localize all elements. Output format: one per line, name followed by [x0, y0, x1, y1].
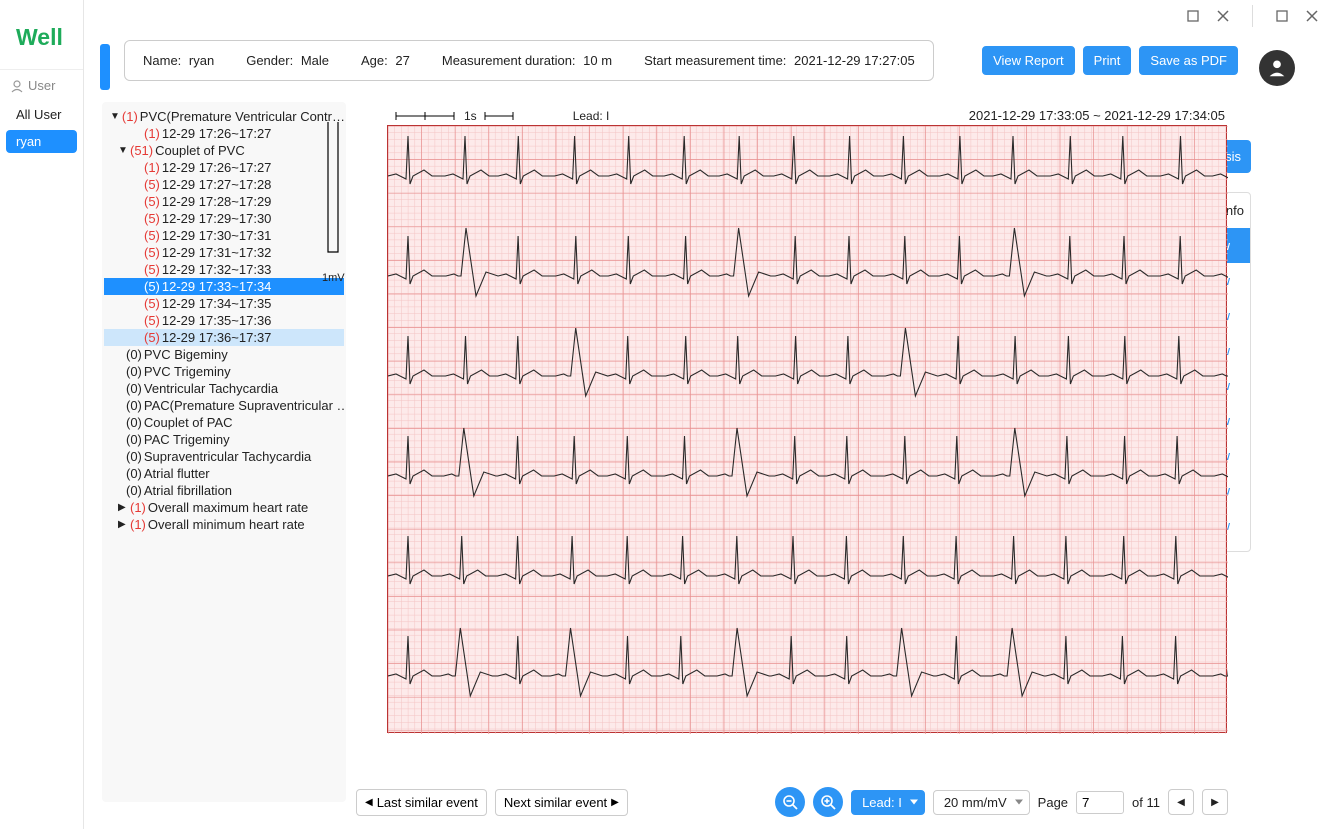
patient-name: Name: ryan	[143, 53, 214, 68]
view-report-button[interactable]: View Report	[982, 46, 1075, 75]
tree-node-other-1[interactable]: (0) PVC Trigeminy	[104, 363, 344, 380]
gain-select[interactable]: 20 mm/mV	[933, 790, 1030, 815]
tree-leaf-couplet-10[interactable]: (5) 12-29 17:36~17:37	[104, 329, 344, 346]
patient-age: Age: 27	[361, 53, 410, 68]
last-similar-event-button[interactable]: ◀Last similar event	[356, 789, 487, 816]
tree-leaf-couplet-9[interactable]: (5) 12-29 17:35~17:36	[104, 312, 344, 329]
tree-node-other-8[interactable]: (0) Atrial fibrillation	[104, 482, 344, 499]
brand-logo: Well	[0, 6, 83, 69]
zoom-out-button[interactable]	[775, 787, 805, 817]
avatar[interactable]	[1259, 50, 1295, 86]
user-item-ryan[interactable]: ryan	[6, 130, 77, 153]
lead-label: Lead: I	[573, 109, 610, 123]
tree-leaf-pvc-0[interactable]: (1) 12-29 17:26~17:27	[104, 125, 344, 142]
tree-node-other-2[interactable]: (0) Ventricular Tachycardia	[104, 380, 344, 397]
tree-node-other-4[interactable]: (0) Couplet of PAC	[104, 414, 344, 431]
tree-node-hr-min[interactable]: ▶(1) Overall minimum heart rate	[104, 516, 344, 533]
tree-node-hr-max[interactable]: ▶(1) Overall maximum heart rate	[104, 499, 344, 516]
voltage-scale-label: 1mV	[322, 272, 345, 284]
tree-node-other-3[interactable]: (0) PAC(Premature Supraventricular …	[104, 397, 344, 414]
patient-duration: Measurement duration: 10 m	[442, 53, 612, 68]
tree-node-other-5[interactable]: (0) PAC Trigeminy	[104, 431, 344, 448]
tree-leaf-couplet-4[interactable]: (5) 12-29 17:30~17:31	[104, 227, 344, 244]
window-close-icon[interactable]	[1216, 9, 1230, 23]
save-pdf-button[interactable]: Save as PDF	[1139, 46, 1238, 75]
tree-node-other-6[interactable]: (0) Supraventricular Tachycardia	[104, 448, 344, 465]
parent-window-maximize-icon[interactable]	[1275, 9, 1289, 23]
prev-page-button[interactable]: ◀	[1168, 789, 1194, 815]
tree-leaf-couplet-7[interactable]: (5) 12-29 17:33~17:34	[104, 278, 344, 295]
next-similar-event-button[interactable]: Next similar event▶	[495, 789, 628, 816]
tree-node-other-7[interactable]: (0) Atrial flutter	[104, 465, 344, 482]
tree-leaf-couplet-8[interactable]: (5) 12-29 17:34~17:35	[104, 295, 344, 312]
tree-node-pvc[interactable]: ▼(1) PVC(Premature Ventricular Contr…	[104, 108, 344, 125]
ecg-timerange: 2021-12-29 17:33:05 ~ 2021-12-29 17:34:0…	[969, 108, 1225, 123]
tree-node-couplet-pvc[interactable]: ▼(51) Couplet of PVC	[104, 142, 344, 159]
patient-start: Start measurement time: 2021-12-29 17:27…	[644, 53, 915, 68]
tree-leaf-couplet-5[interactable]: (5) 12-29 17:31~17:32	[104, 244, 344, 261]
tree-leaf-couplet-6[interactable]: (5) 12-29 17:32~17:33	[104, 261, 344, 278]
all-user-item[interactable]: All User	[6, 103, 77, 126]
tree-node-other-0[interactable]: (0) PVC Bigeminy	[104, 346, 344, 363]
tree-leaf-couplet-3[interactable]: (5) 12-29 17:29~17:30	[104, 210, 344, 227]
lead-select[interactable]: Lead: I	[851, 790, 925, 815]
time-scale-label: 1s	[464, 109, 477, 123]
tree-leaf-couplet-0[interactable]: (1) 12-29 17:26~17:27	[104, 159, 344, 176]
page-input[interactable]	[1076, 791, 1124, 814]
zoom-in-button[interactable]	[813, 787, 843, 817]
next-page-button[interactable]: ▶	[1202, 789, 1228, 815]
patient-gender: Gender: Male	[246, 53, 329, 68]
user-header: User	[28, 78, 55, 93]
user-icon	[10, 79, 24, 93]
ecg-chart[interactable]	[387, 125, 1227, 733]
event-tree: ▼(1) PVC(Premature Ventricular Contr… (1…	[102, 102, 346, 802]
tree-leaf-couplet-1[interactable]: (5) 12-29 17:27~17:28	[104, 176, 344, 193]
page-label: Page	[1038, 795, 1068, 810]
parent-window-close-icon[interactable]	[1305, 9, 1319, 23]
print-button[interactable]: Print	[1083, 46, 1132, 75]
tree-leaf-couplet-2[interactable]: (5) 12-29 17:28~17:29	[104, 193, 344, 210]
page-total: of 11	[1132, 795, 1160, 810]
window-maximize-icon[interactable]	[1186, 9, 1200, 23]
